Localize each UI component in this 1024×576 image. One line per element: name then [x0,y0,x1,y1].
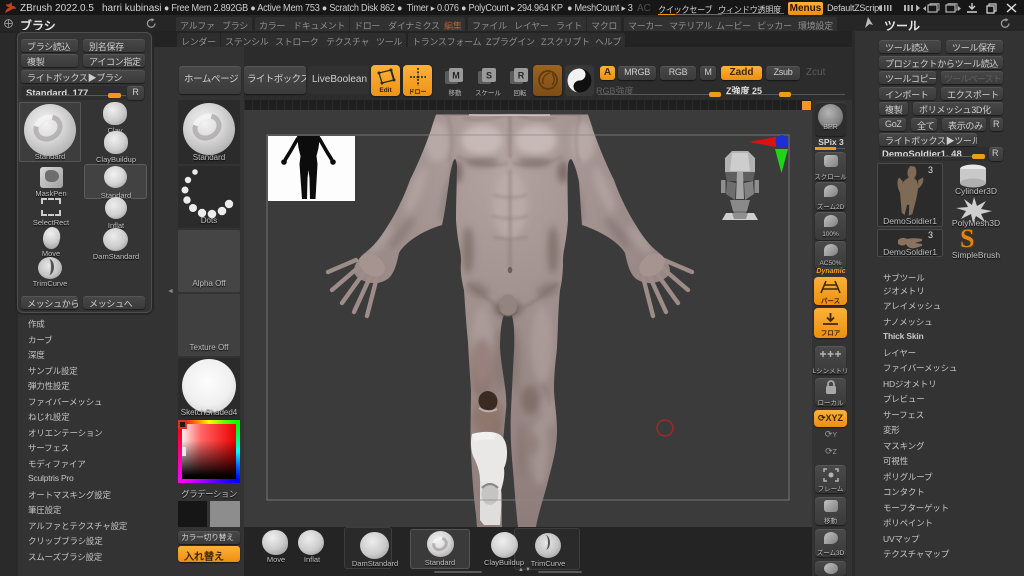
svg-text:R: R [518,71,525,81]
svg-text:S: S [486,71,492,81]
svg-text:M: M [452,71,460,81]
